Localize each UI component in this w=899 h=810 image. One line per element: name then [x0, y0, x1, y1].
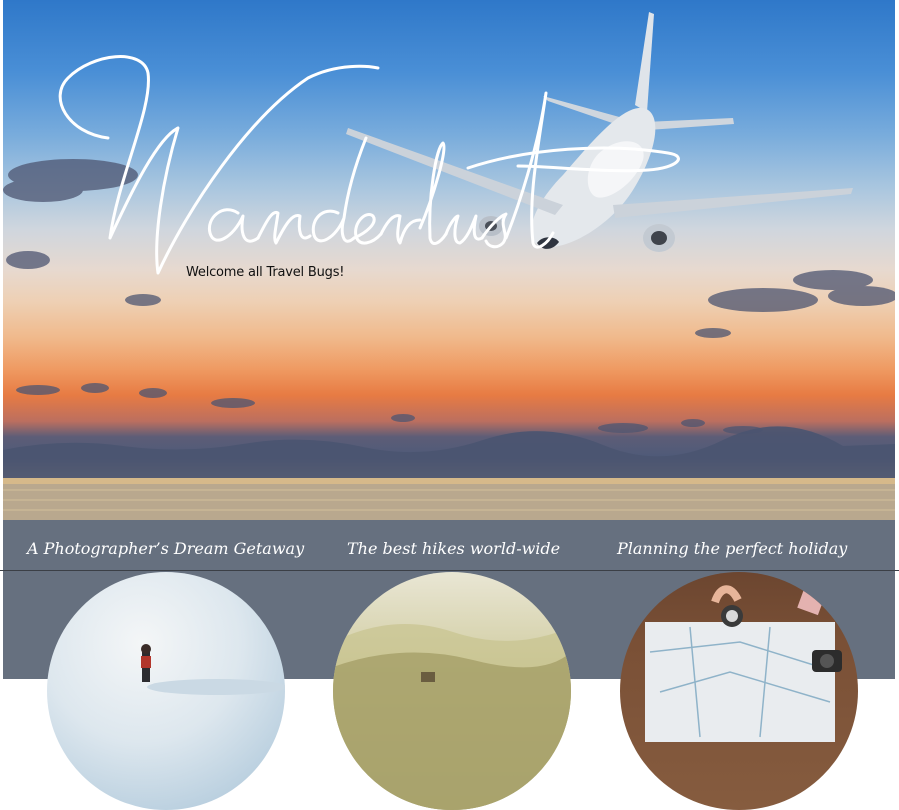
nav-divider [0, 570, 899, 571]
thumbnail-hikes[interactable] [333, 572, 571, 810]
planning-thumbnail-image [645, 585, 842, 742]
hikes-thumbnail-image [333, 624, 571, 810]
nav-link-best-hikes-world-wide[interactable]: The best hikes world-wide [347, 539, 560, 558]
hero-tagline: Welcome all Travel Bugs! [186, 265, 345, 280]
thumbnail-photographer[interactable] [47, 572, 285, 810]
nav-link-photographers-dream-getaway[interactable]: A Photographer’s Dream Getaway [27, 539, 304, 558]
nav-link-planning-perfect-holiday[interactable]: Planning the perfect holiday [617, 539, 847, 558]
thumbnail-planning[interactable] [620, 572, 858, 810]
wanderlust-script-logo [58, 55, 680, 275]
hero-banner: Welcome all Travel Bugs! [3, 0, 895, 520]
photographer-thumbnail-image [141, 644, 285, 695]
